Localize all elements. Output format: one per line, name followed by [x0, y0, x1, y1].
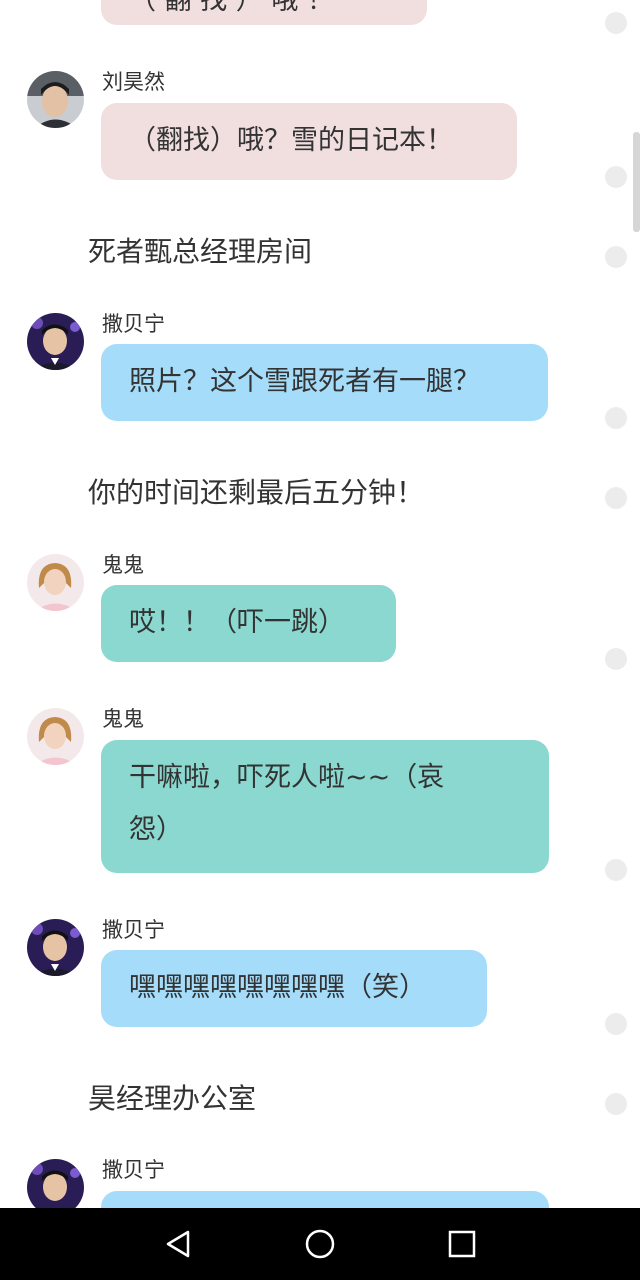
sender-name: 撒贝宁 — [102, 918, 165, 942]
sender-name: 鬼鬼 — [102, 707, 144, 731]
message-text-line2: 怨） — [129, 814, 183, 845]
select-dot[interactable] — [605, 407, 627, 429]
message-text: 嘿嘿嘿嘿嘿嘿嘿嘿（笑） — [129, 972, 426, 1003]
message-text: 照片？这个雪跟死者有一腿？ — [129, 366, 480, 397]
message-text: （ 翻 找 ） 哦 ！ — [129, 0, 334, 16]
avatar-guigui[interactable] — [27, 708, 84, 765]
message-bubble-partial — [101, 1191, 549, 1208]
avatar-guigui[interactable] — [27, 554, 84, 611]
avatar-sa-beining[interactable] — [27, 313, 84, 370]
avatar-sa-beining[interactable] — [27, 919, 84, 976]
message-bubble-partial: （ 翻 找 ） 哦 ！ — [101, 0, 427, 25]
select-dot[interactable] — [605, 166, 627, 188]
scene-title: 你的时间还剩最后五分钟！ — [88, 476, 425, 509]
chat-scroll-area[interactable]: （ 翻 找 ） 哦 ！ 刘昊然 （翻找）哦？雪的日记本！ 死者甄总经理房间 撒贝… — [0, 0, 640, 1208]
sender-name: 鬼鬼 — [102, 553, 144, 577]
message-bubble: （翻找）哦？雪的日记本！ — [101, 103, 517, 180]
select-dot[interactable] — [605, 246, 627, 268]
scene-title: 死者甄总经理房间 — [88, 235, 313, 268]
navigation-bar — [0, 1208, 640, 1280]
recents-square-icon — [448, 1230, 476, 1258]
select-dot[interactable] — [605, 12, 627, 34]
scene-title: 昊经理办公室 — [88, 1082, 257, 1115]
select-dot[interactable] — [605, 487, 627, 509]
sender-name: 撒贝宁 — [102, 1158, 165, 1182]
select-dot[interactable] — [605, 648, 627, 670]
message-text: 哎！！（吓一跳） — [129, 607, 345, 638]
message-bubble: 干嘛啦，吓死人啦~~（哀 怨） — [101, 740, 549, 873]
avatar-sa-beining[interactable] — [27, 1159, 84, 1208]
message-bubble: 哎！！（吓一跳） — [101, 585, 396, 662]
message-text-line1: 干嘛啦，吓死人啦~~（哀 — [129, 762, 445, 793]
sender-name: 撒贝宁 — [102, 312, 165, 336]
home-button[interactable] — [280, 1208, 360, 1280]
scrollbar[interactable] — [633, 132, 640, 232]
back-triangle-icon — [166, 1230, 190, 1258]
select-dot[interactable] — [605, 859, 627, 881]
select-dot[interactable] — [605, 1013, 627, 1035]
message-text: （翻找）哦？雪的日记本！ — [129, 125, 453, 156]
home-circle-icon — [305, 1229, 335, 1259]
recents-button[interactable] — [422, 1208, 502, 1280]
avatar-liu-haoran[interactable] — [27, 71, 84, 128]
sender-name: 刘昊然 — [102, 70, 165, 94]
back-button[interactable] — [138, 1208, 218, 1280]
select-dot[interactable] — [605, 1093, 627, 1115]
message-bubble: 嘿嘿嘿嘿嘿嘿嘿嘿（笑） — [101, 950, 487, 1027]
message-bubble: 照片？这个雪跟死者有一腿？ — [101, 344, 548, 421]
